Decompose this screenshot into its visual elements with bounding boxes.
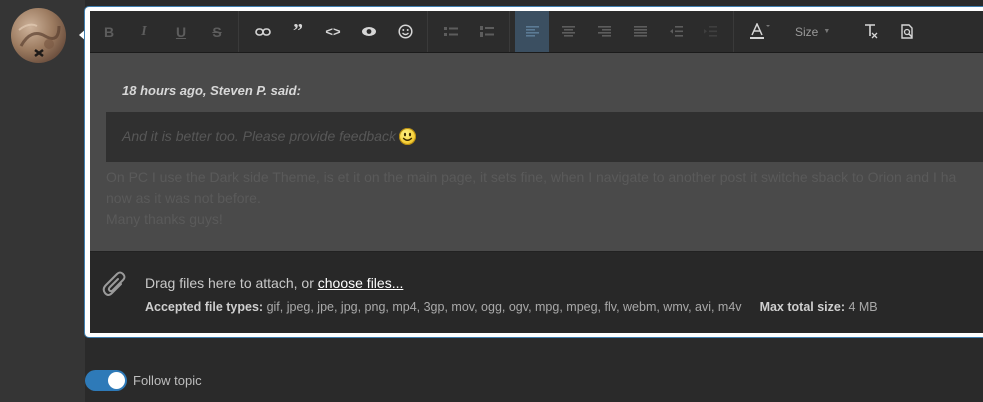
bullet-list-button[interactable] [434,11,468,52]
post-body: On PC I use the Dark side Theme, is et i… [106,167,983,230]
underline-button[interactable]: U [164,11,198,52]
justify-icon [633,26,647,37]
spoiler-button[interactable] [352,11,386,52]
numbered-list-icon [480,25,494,37]
font-size-label: Size [795,24,819,39]
choose-files-link[interactable]: choose files... [318,275,404,291]
post-line: Many thanks guys! [106,211,223,227]
emoji-button[interactable] [388,11,422,52]
max-size-value: 4 MB [845,300,878,314]
accepted-types-label: Accepted file types: [145,300,264,314]
toggle-knob [108,371,125,389]
bullet-list-icon [444,26,458,36]
paperclip-icon [102,271,126,296]
follow-topic-row: Follow topic [85,369,202,391]
align-center-button[interactable] [551,11,585,52]
editor-content[interactable]: 18 hours ago, Steven P. said: And it is … [90,53,983,251]
align-right-icon [597,26,611,37]
align-left-icon [525,26,539,37]
outdent-icon [669,26,683,37]
author-column [0,0,85,402]
chevron-down-icon: ▼ [823,28,831,35]
max-size-label: Max total size: [759,300,845,314]
quote-text-row: And it is better too. Please provide fee… [122,128,416,145]
font-size-dropdown[interactable]: Size ▼ [795,11,843,52]
clear-format-icon [864,24,877,39]
preview-icon [900,23,913,39]
eye-icon [362,27,376,36]
text-color-button[interactable] [740,11,780,52]
align-center-icon [561,26,575,37]
clear-format-button[interactable] [853,11,887,52]
justify-button[interactable] [623,11,657,52]
align-right-button[interactable] [587,11,621,52]
max-size: Max total size: 4 MB [760,300,878,314]
indent-button[interactable] [693,11,727,52]
drag-files-label: Drag files here to attach, or [145,275,318,291]
link-button[interactable] [246,11,280,52]
smiley-emoji-icon [398,128,416,145]
link-icon [255,27,271,36]
strikethrough-button[interactable]: S [200,11,234,52]
follow-topic-label: Follow topic [133,372,202,388]
editor-toolbar: B I U S ” <> Size ▼ [90,11,983,53]
align-left-button[interactable] [515,11,549,52]
quote-icon: ” [293,20,303,42]
avatar[interactable] [11,8,66,63]
smiley-icon [397,24,413,39]
indent-icon [703,26,717,37]
bold-button[interactable]: B [92,11,126,52]
code-icon: <> [325,24,341,39]
follow-topic-toggle[interactable] [85,369,127,391]
avatar-image [18,23,61,57]
text-color-icon [750,22,770,39]
italic-button[interactable]: I [127,11,161,52]
quote-block: And it is better too. Please provide fee… [106,112,983,162]
outdent-button[interactable] [659,11,693,52]
preview-button[interactable] [890,11,924,52]
post-line: On PC I use the Dark side Theme, is et i… [106,169,957,185]
code-button[interactable]: <> [316,11,350,52]
quote-citation: 18 hours ago, Steven P. said: [122,83,301,98]
accepted-types-value: gif, jpeg, jpe, jpg, png, mp4, 3gp, mov,… [263,300,742,314]
quote-button[interactable]: ” [281,11,315,52]
editor-body: B I U S ” <> Size ▼ 18 hours ago, Steven… [90,11,983,333]
post-line: now as it was not before. [106,190,261,206]
accepted-types: Accepted file types: gif, jpeg, jpe, jpg… [145,300,878,314]
reply-editor: B I U S ” <> Size ▼ 18 hours ago, Steven… [85,7,983,337]
attachment-area[interactable]: Drag files here to attach, or choose fil… [90,252,983,333]
drag-files-text: Drag files here to attach, or choose fil… [145,275,403,291]
quote-text: And it is better too. Please provide fee… [122,128,396,144]
numbered-list-button[interactable] [470,11,504,52]
